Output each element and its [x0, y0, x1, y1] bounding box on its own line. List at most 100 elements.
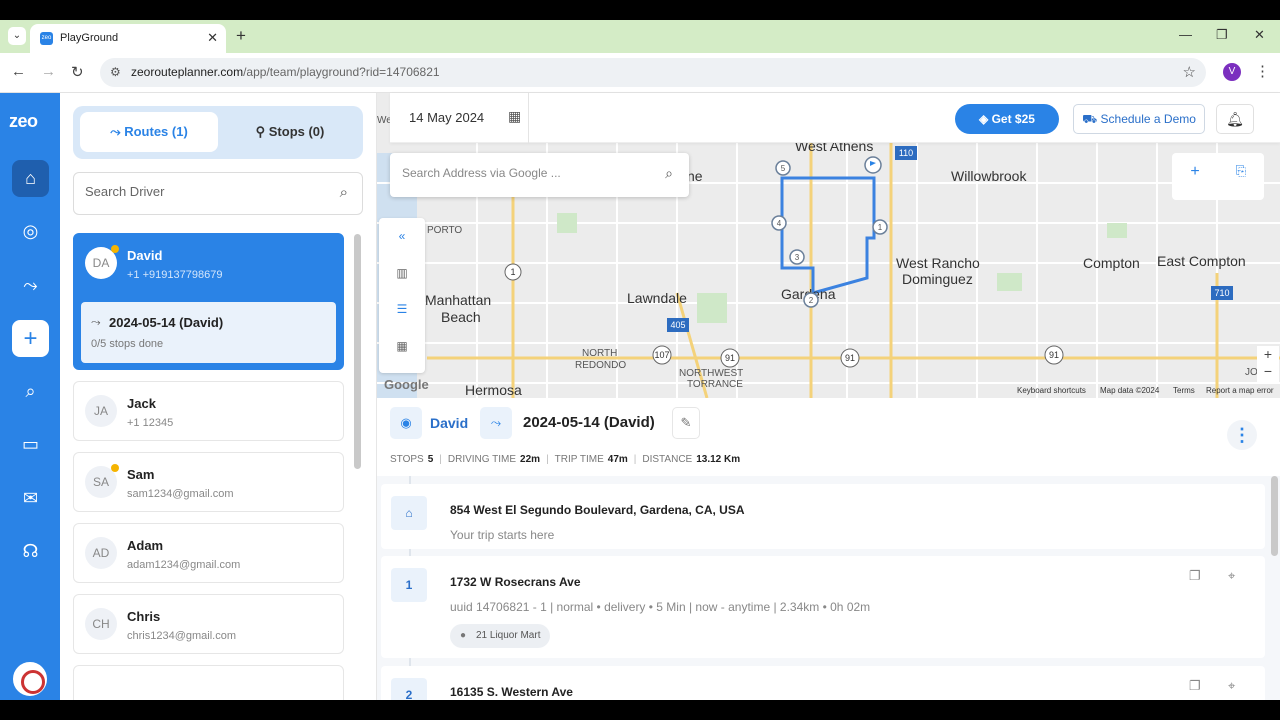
search-icon[interactable]: ⌕ — [665, 165, 673, 182]
copy-icon[interactable]: ❐ — [1189, 678, 1201, 694]
browser-menu-icon[interactable]: ⋮ — [1255, 62, 1270, 80]
report-map-error-link[interactable]: Report a map error — [1206, 386, 1274, 395]
driver-card-adam[interactable]: AD Adam adam1234@gmail.com — [73, 523, 344, 583]
person-icon: ◉ — [390, 407, 422, 439]
tab-list-dropdown-icon[interactable]: ⌄ — [8, 27, 26, 45]
support-icon[interactable]: ☊ — [12, 533, 49, 570]
panel-tabs: ⤳ Routes (1) ⚲ Stops (0) — [73, 106, 363, 159]
avatar: CH — [85, 608, 117, 640]
forward-icon[interactable]: → — [41, 63, 56, 80]
schedule-demo-button[interactable]: ⛟ Schedule a Demo — [1073, 104, 1205, 134]
close-window-icon[interactable]: ✕ — [1254, 27, 1265, 43]
minimize-icon[interactable]: — — [1179, 27, 1192, 42]
url-text: zeorouteplanner.com/app/team/playground?… — [131, 65, 440, 79]
chat-icon[interactable]: ✉ — [12, 480, 49, 517]
home-icon[interactable]: ⌂ — [12, 160, 49, 197]
ticket-icon[interactable]: ▭ — [12, 426, 49, 463]
more-options-icon[interactable]: ⋮ — [1227, 420, 1257, 450]
svg-text:1: 1 — [510, 267, 515, 277]
list-view-icon[interactable]: ☰ — [379, 291, 425, 327]
svg-text:2: 2 — [809, 296, 814, 305]
svg-text:West Rancho: West Rancho — [896, 255, 980, 271]
stop-2[interactable]: 2 16135 S. Western Ave ❐ ⌖ — [381, 666, 1265, 700]
tab-close-icon[interactable]: ✕ — [207, 30, 218, 46]
svg-text:East Compton: East Compton — [1157, 253, 1246, 269]
copy-icon[interactable]: ❐ — [1189, 568, 1201, 584]
divider — [528, 93, 529, 143]
svg-text:Willowbrook: Willowbrook — [951, 168, 1027, 184]
driver-card-david[interactable]: DA David +1 +919137798679 ⤳ 2024-05-14 (… — [73, 233, 344, 370]
svg-text:110: 110 — [899, 148, 913, 158]
restore-icon[interactable]: ❐ — [1216, 27, 1228, 43]
edit-pencil-icon[interactable]: ✎ — [672, 407, 700, 439]
keyboard-shortcuts-link[interactable]: Keyboard shortcuts — [1017, 386, 1086, 395]
zoom-control: + − — [1257, 346, 1279, 382]
driver-search-box: ⌕ — [73, 172, 363, 215]
stop-meta: uuid 14706821 - 1 | normal • delivery • … — [450, 600, 871, 614]
address-search-input[interactable] — [402, 166, 642, 180]
route-icon: ⤳ — [91, 315, 101, 329]
new-tab-icon[interactable]: + — [236, 26, 246, 46]
person-icon: ● — [460, 630, 467, 641]
driver-panel: ⤳ Routes (1) ⚲ Stops (0) ⌕ DA David +1 +… — [60, 93, 377, 700]
locate-icon[interactable]: ⌖ — [1228, 678, 1235, 694]
driver-email: adam1234@gmail.com — [127, 559, 241, 571]
tab-stops[interactable]: ⚲ Stops (0) — [221, 112, 359, 152]
locate-icon[interactable]: ⌖ — [1228, 568, 1235, 584]
driver-search-input[interactable] — [85, 184, 325, 199]
calendar-icon[interactable]: ▦ — [508, 108, 521, 125]
url-field[interactable]: ⚙ zeorouteplanner.com/app/team/playgroun… — [100, 58, 1206, 87]
driver-list-scrollbar[interactable] — [354, 234, 361, 469]
add-stop-icon[interactable]: + — [1172, 163, 1218, 181]
star-badge-icon — [111, 245, 119, 253]
driver-card-jack[interactable]: JA Jack +1 12345 — [73, 381, 344, 441]
reload-icon[interactable]: ↻ — [71, 63, 84, 81]
left-rail: zeo ⌂ ◎ ⤳ + ⌕ ▭ ✉ ☊ — [0, 93, 60, 700]
stop-1[interactable]: 1 1732 W Rosecrans Ave uuid 14706821 - 1… — [381, 556, 1265, 658]
driver-card[interactable] — [73, 665, 344, 700]
customer-chip: ● 21 Liquor Mart — [450, 624, 551, 648]
date-picker-value[interactable]: 14 May 2024 — [409, 110, 484, 125]
van-icon: ⛟ — [1082, 112, 1101, 126]
route-icon[interactable]: ⤳ — [12, 267, 49, 304]
stop-address: 854 West El Segundo Boulevard, Gardena, … — [450, 503, 745, 517]
tag-icon: ◈ — [979, 112, 992, 126]
driver-card-sam[interactable]: SA Sam sam1234@gmail.com — [73, 452, 344, 512]
star-badge-icon — [111, 464, 119, 472]
route-icon: ⤳ — [110, 124, 125, 139]
get-25-button[interactable]: ◈ Get $25 — [955, 104, 1059, 134]
route-card[interactable]: ⤳ 2024-05-14 (David) 0/5 stops done — [81, 302, 336, 363]
table-view-icon[interactable]: ▦ — [379, 328, 425, 364]
stops-scrollbar[interactable] — [1271, 476, 1278, 556]
svg-text:Manhattan: Manhattan — [425, 292, 491, 308]
svg-text:PORTO: PORTO — [427, 225, 462, 236]
zoom-out-icon[interactable]: − — [1257, 363, 1279, 380]
company-logo-avatar[interactable] — [13, 662, 47, 696]
browser-tab[interactable]: zeo PlayGround ✕ — [30, 24, 226, 53]
site-info-icon[interactable]: ⚙ — [110, 65, 121, 79]
tab-routes[interactable]: ⤳ Routes (1) — [80, 112, 218, 152]
route-stats: STOPS 5 | DRIVING TIME 22m | TRIP TIME 47m | DIST… — [390, 454, 741, 465]
zoom-in-icon[interactable]: + — [1257, 346, 1279, 363]
route-title: 2024-05-14 (David) — [109, 315, 224, 330]
search-icon[interactable]: ⌕ — [340, 184, 348, 201]
browser-address-bar: ← → ↻ ⚙ zeorouteplanner.com/app/team/pla… — [0, 53, 1280, 93]
profile-avatar[interactable]: V — [1223, 63, 1241, 81]
top-bar: 14 May 2024 ▦ ◈ Get $25 ⛟ Schedule a Dem… — [390, 93, 1280, 143]
notifications-bell-icon[interactable]: 🔔︎ — [1216, 104, 1254, 134]
route-driver-name[interactable]: David — [430, 415, 468, 431]
stop-number: 2 — [391, 678, 427, 700]
collapse-chevron-icon[interactable]: « — [379, 218, 425, 254]
map-view-icon[interactable]: ▥ — [379, 255, 425, 291]
import-file-icon[interactable]: ⎘ — [1218, 163, 1264, 179]
tab-title: PlayGround — [60, 32, 119, 44]
stop-start[interactable]: ⌂ 854 West El Segundo Boulevard, Gardena… — [381, 484, 1265, 549]
search-icon[interactable]: ⌕ — [12, 373, 49, 410]
driver-card-chris[interactable]: CH Chris chris1234@gmail.com — [73, 594, 344, 654]
back-icon[interactable]: ← — [11, 63, 26, 80]
add-icon[interactable]: + — [12, 320, 49, 357]
bookmark-star-icon[interactable]: ☆ — [1183, 63, 1196, 81]
driver-list: DA David +1 +919137798679 ⤳ 2024-05-14 (… — [73, 233, 344, 700]
steering-wheel-icon[interactable]: ◎ — [12, 213, 49, 250]
terms-link[interactable]: Terms — [1173, 386, 1195, 395]
